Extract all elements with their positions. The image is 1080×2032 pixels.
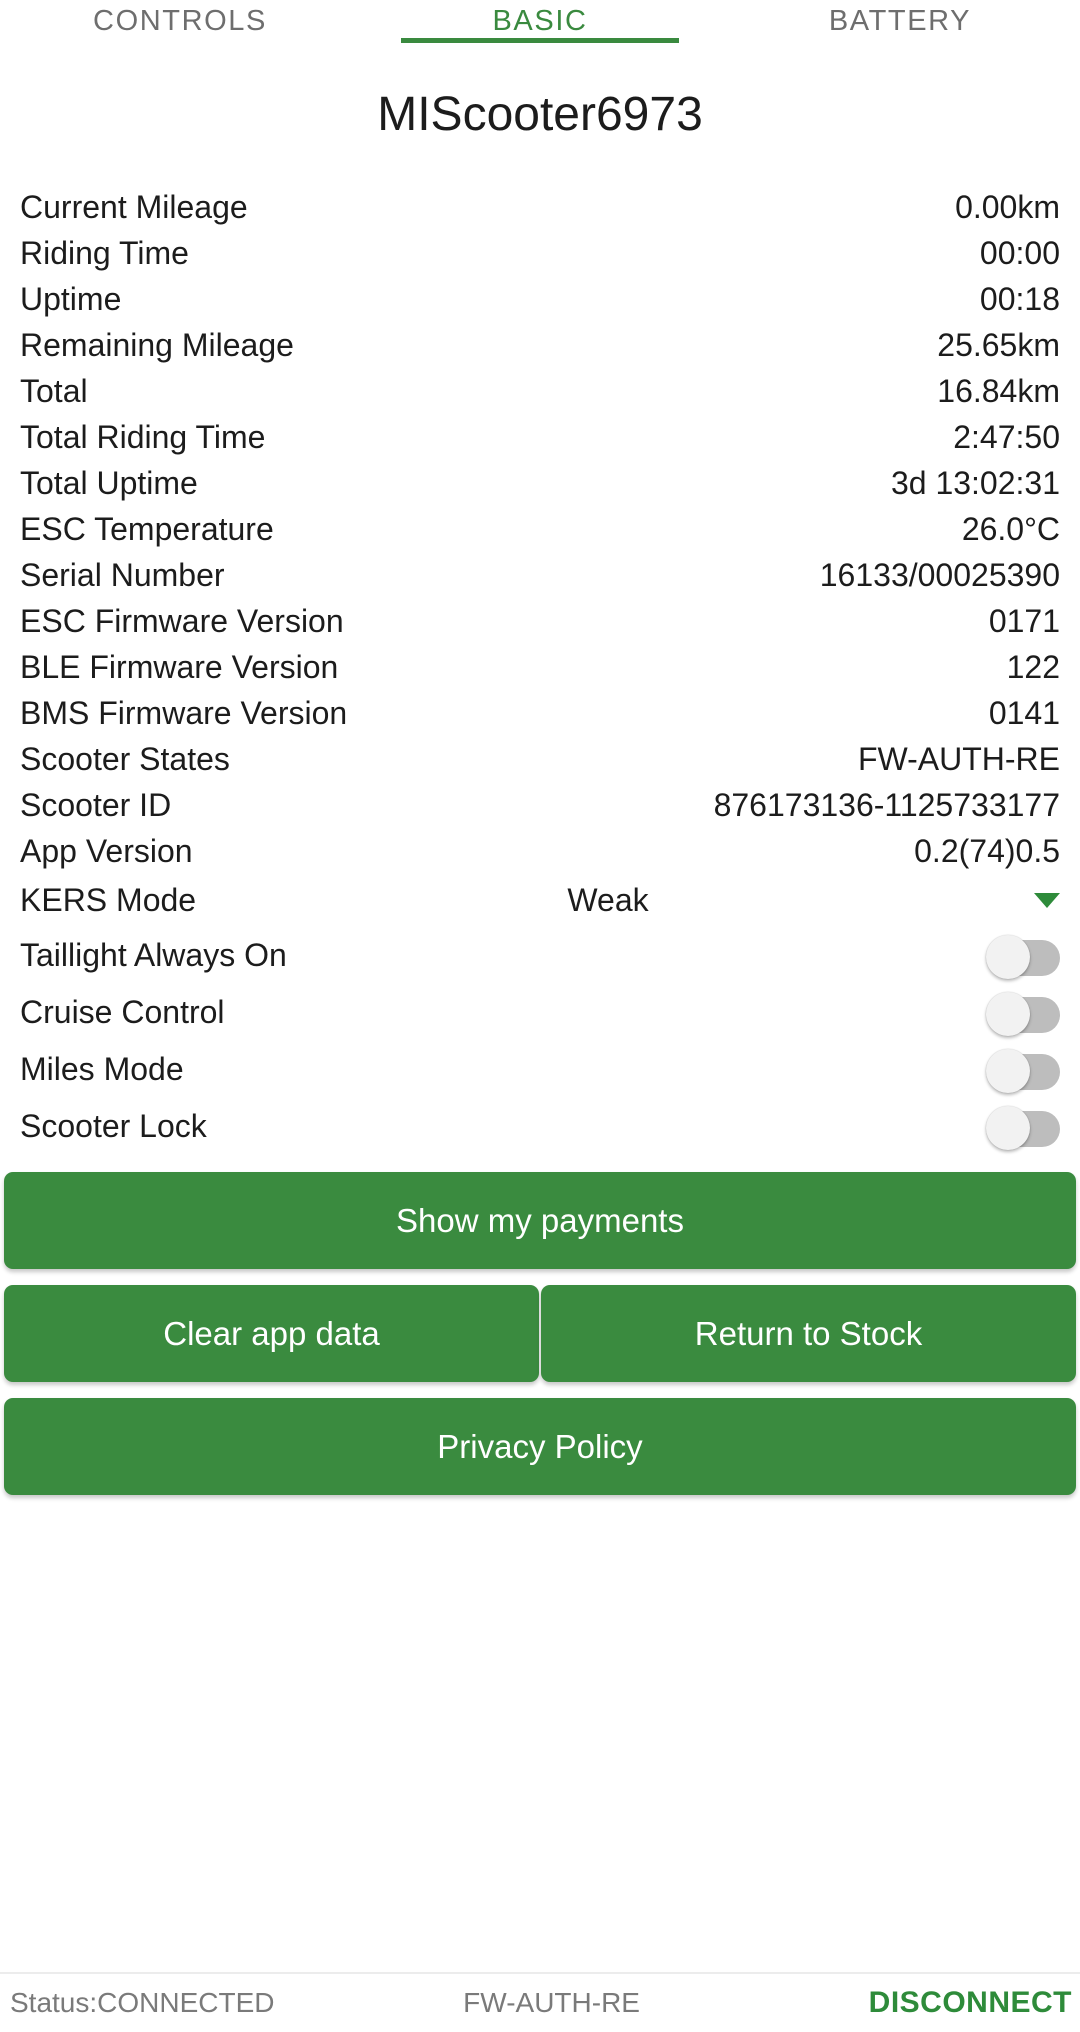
tab-basic[interactable]: BASIC xyxy=(360,0,720,48)
privacy-policy-button[interactable]: Privacy Policy xyxy=(4,1398,1076,1495)
toggle-taillight-always-on[interactable] xyxy=(986,932,1060,979)
toggle-label: Scooter Lock xyxy=(20,1107,207,1144)
info-row-label: Total xyxy=(20,373,88,409)
info-row-label: Remaining Mileage xyxy=(20,327,294,363)
info-row-riding-time: Riding Time 00:00 xyxy=(20,230,1060,276)
toggle-knob xyxy=(986,1105,1030,1150)
toggle-label: Cruise Control xyxy=(20,993,225,1030)
info-row-esc-temperature: ESC Temperature 26.0°C xyxy=(20,506,1060,552)
bottom-spacer xyxy=(0,1495,1080,1972)
tab-controls[interactable]: CONTROLS xyxy=(0,0,360,48)
info-row-value: 2:47:50 xyxy=(953,419,1060,455)
info-row-total: Total 16.84km xyxy=(20,368,1060,414)
toggle-knob xyxy=(986,991,1030,1036)
info-row-value: 00:00 xyxy=(979,235,1060,271)
device-title: MIScooter6973 xyxy=(377,88,703,141)
tab-basic-label: BASIC xyxy=(492,5,588,37)
toggle-miles-mode[interactable] xyxy=(986,1046,1060,1093)
info-row-value: 25.65km xyxy=(937,327,1060,363)
split-button-row: Clear app data Return to Stock xyxy=(4,1285,1076,1382)
toggle-scooter-lock[interactable] xyxy=(986,1103,1060,1150)
toggle-cruise-control[interactable] xyxy=(986,989,1060,1036)
info-row-uptime: Uptime 00:18 xyxy=(20,276,1060,322)
info-row-label: Total Riding Time xyxy=(20,419,266,455)
toggle-row-scooter-lock[interactable]: Scooter Lock xyxy=(20,1097,1060,1154)
info-row-current-mileage: Current Mileage 0.00km xyxy=(20,184,1060,230)
info-row-label: BLE Firmware Version xyxy=(20,649,339,685)
info-row-label: Uptime xyxy=(20,281,122,317)
tab-controls-label: CONTROLS xyxy=(93,5,267,37)
info-row-value: 876173136-1125733177 xyxy=(713,787,1060,823)
info-row-label: Current Mileage xyxy=(20,189,248,225)
info-row-value: 26.0°C xyxy=(961,511,1060,547)
info-row-value: 0.2(74)0.5 xyxy=(914,833,1060,869)
info-row-bms-firmware-version: BMS Firmware Version 0141 xyxy=(20,690,1060,736)
toggle-row-taillight-always-on[interactable]: Taillight Always On xyxy=(20,926,1060,983)
info-row-value: 16.84km xyxy=(937,373,1060,409)
info-row-total-uptime: Total Uptime 3d 13:02:31 xyxy=(20,460,1060,506)
return-to-stock-button[interactable]: Return to Stock xyxy=(541,1285,1076,1382)
info-row-label: Total Uptime xyxy=(20,465,198,501)
info-row-label: Scooter States xyxy=(20,741,230,777)
info-row-label: App Version xyxy=(20,833,193,869)
info-row-value: 16133/00025390 xyxy=(819,557,1060,593)
action-buttons: Show my payments Clear app data Return t… xyxy=(0,1172,1080,1495)
kers-mode-row[interactable]: KERS Mode Weak xyxy=(20,874,1060,926)
show-my-payments-button[interactable]: Show my payments xyxy=(4,1172,1076,1269)
kers-mode-label: KERS Mode xyxy=(20,882,197,918)
app-root: CONTROLS BASIC BATTERY MIScooter6973 Cur… xyxy=(0,0,1080,2032)
disconnect-button[interactable]: DISCONNECT xyxy=(869,1987,1072,2019)
status-bar: Status:CONNECTED FW-AUTH-RE DISCONNECT xyxy=(0,1972,1080,2032)
info-row-value: 3d 13:02:31 xyxy=(890,465,1060,501)
toggle-label: Miles Mode xyxy=(20,1050,184,1087)
chevron-down-icon[interactable] xyxy=(1034,892,1060,908)
connection-status-text: Status:CONNECTED xyxy=(10,1987,275,2018)
info-row-label: Scooter ID xyxy=(20,787,172,823)
tab-battery-label: BATTERY xyxy=(828,5,972,37)
info-row-remaining-mileage: Remaining Mileage 25.65km xyxy=(20,322,1060,368)
info-row-scooter-id: Scooter ID 876173136-1125733177 xyxy=(20,782,1060,828)
info-row-value: 0141 xyxy=(988,695,1060,731)
kers-mode-select[interactable]: Weak xyxy=(216,881,1060,919)
info-row-ble-firmware-version: BLE Firmware Version 122 xyxy=(20,644,1060,690)
info-row-esc-firmware-version: ESC Firmware Version 0171 xyxy=(20,598,1060,644)
toggle-row-cruise-control[interactable]: Cruise Control xyxy=(20,983,1060,1040)
info-row-serial-number: Serial Number 16133/00025390 xyxy=(20,552,1060,598)
info-row-value: 0.00km xyxy=(955,189,1060,225)
info-row-value: 0171 xyxy=(988,603,1060,639)
info-row-label: ESC Firmware Version xyxy=(20,603,344,639)
toggle-row-miles-mode[interactable]: Miles Mode xyxy=(20,1040,1060,1097)
info-row-label: Serial Number xyxy=(20,557,225,593)
active-tab-indicator xyxy=(401,38,679,43)
tab-battery[interactable]: BATTERY xyxy=(720,0,1080,48)
toggle-knob xyxy=(986,1048,1030,1093)
info-row-total-riding-time: Total Riding Time 2:47:50 xyxy=(20,414,1060,460)
toggle-label: Taillight Always On xyxy=(20,936,287,973)
info-row-app-version: App Version 0.2(74)0.5 xyxy=(20,828,1060,874)
info-row-value: 00:18 xyxy=(979,281,1060,317)
info-row-value: 122 xyxy=(1006,649,1060,685)
info-row-value: FW-AUTH-RE xyxy=(857,741,1060,777)
clear-app-data-button[interactable]: Clear app data xyxy=(4,1285,539,1382)
toggle-knob xyxy=(986,934,1030,979)
info-list: Current Mileage 0.00km Riding Time 00:00… xyxy=(0,184,1080,1154)
info-row-label: BMS Firmware Version xyxy=(20,695,348,731)
kers-mode-value: Weak xyxy=(567,882,649,918)
tab-bar: CONTROLS BASIC BATTERY xyxy=(0,0,1080,48)
scooter-state-text: FW-AUTH-RE xyxy=(463,1987,640,2018)
info-row-label: Riding Time xyxy=(20,235,189,271)
info-row-scooter-states: Scooter States FW-AUTH-RE xyxy=(20,736,1060,782)
info-row-label: ESC Temperature xyxy=(20,511,274,547)
